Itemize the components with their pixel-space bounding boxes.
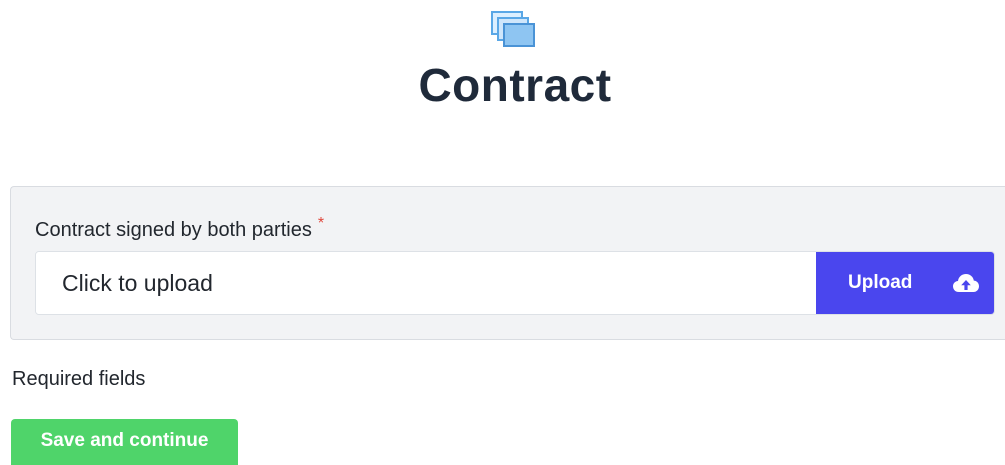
page-title: Contract bbox=[418, 59, 612, 111]
required-marker: * bbox=[317, 215, 325, 232]
contract-upload-panel: Contract signed by both parties * Upload bbox=[10, 186, 1005, 340]
save-and-continue-button[interactable]: Save and continue bbox=[11, 419, 238, 465]
contract-file-input[interactable] bbox=[36, 252, 816, 314]
file-upload-group: Upload bbox=[35, 251, 995, 315]
upload-button[interactable]: Upload bbox=[816, 252, 994, 314]
contract-field-label-text: Contract signed by both parties bbox=[35, 219, 312, 241]
upload-button-label: Upload bbox=[848, 272, 913, 293]
contract-page: Contract Contract signed by both parties… bbox=[0, 0, 1005, 465]
contract-field-label: Contract signed by both parties * bbox=[35, 215, 325, 245]
stacked-documents-icon bbox=[491, 11, 535, 47]
required-fields-note: Required fields bbox=[12, 368, 146, 390]
cloud-upload-icon bbox=[953, 274, 979, 292]
